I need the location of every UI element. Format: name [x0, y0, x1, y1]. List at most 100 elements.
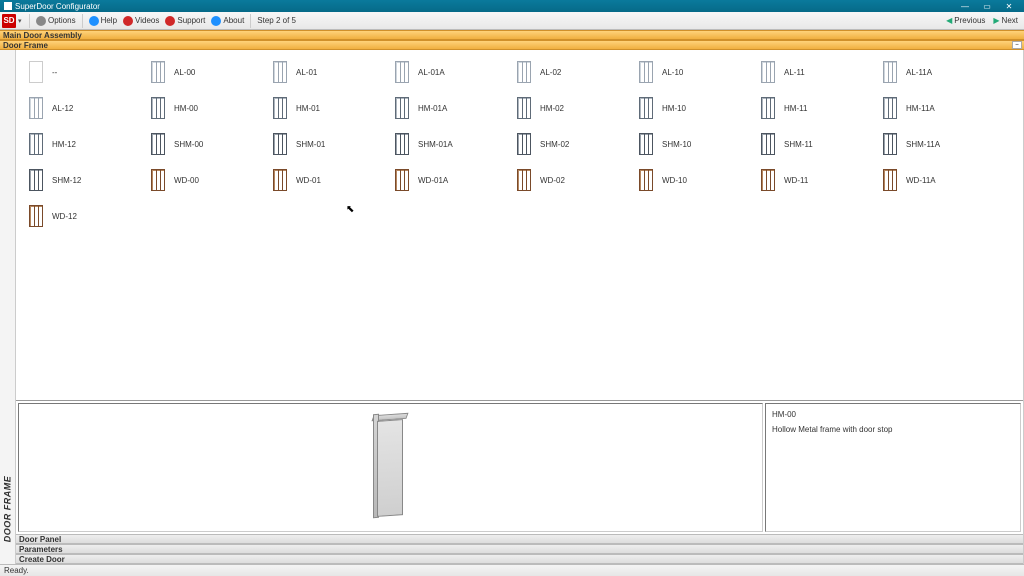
collapse-icon[interactable]: – [1012, 41, 1022, 49]
app-icon [4, 2, 12, 10]
frame-thumb-icon [514, 167, 534, 193]
frame-item-al-02[interactable]: AL-02 [512, 54, 634, 90]
frame-item-label: SHM-01 [296, 140, 325, 149]
frame-item-wd-10[interactable]: WD-10 [634, 162, 756, 198]
frame-item-hm-12[interactable]: HM-12 [24, 126, 146, 162]
section-door-frame-label: Door Frame [3, 41, 48, 50]
options-icon [36, 16, 46, 26]
about-button[interactable]: About [208, 13, 247, 29]
close-button[interactable]: ✕ [998, 0, 1020, 12]
frame-item-label: AL-11A [906, 68, 932, 77]
frame-item-hm-11[interactable]: HM-11 [756, 90, 878, 126]
section-door-frame[interactable]: Door Frame – [0, 40, 1024, 50]
maximize-button[interactable]: ▭ [976, 0, 998, 12]
frame-item-shm-10[interactable]: SHM-10 [634, 126, 756, 162]
options-button[interactable]: Options [33, 13, 79, 29]
frame-item-shm-01a[interactable]: SHM-01A [390, 126, 512, 162]
frame-item-shm-11[interactable]: SHM-11 [756, 126, 878, 162]
frame-item-label: SHM-11A [906, 140, 940, 149]
frame-item-shm-01[interactable]: SHM-01 [268, 126, 390, 162]
frame-thumb-icon [148, 59, 168, 85]
support-label: Support [177, 16, 205, 25]
frame-item-al-00[interactable]: AL-00 [146, 54, 268, 90]
preview-pane [18, 403, 763, 532]
window-title: SuperDoor Configurator [15, 2, 100, 11]
frame-item-hm-10[interactable]: HM-10 [634, 90, 756, 126]
frame-thumb-icon [26, 203, 46, 229]
frame-item-label: WD-11A [906, 176, 936, 185]
step-label: Step 2 of 5 [257, 16, 296, 25]
support-icon [165, 16, 175, 26]
door-3d-preview [369, 414, 413, 522]
frame-item-al-11a[interactable]: AL-11A [878, 54, 1000, 90]
frame-item-hm-02[interactable]: HM-02 [512, 90, 634, 126]
frame-item-label: HM-12 [52, 140, 76, 149]
frame-item-label: WD-12 [52, 212, 77, 221]
window-titlebar: SuperDoor Configurator — ▭ ✕ [0, 0, 1024, 12]
frame-item-wd-11[interactable]: WD-11 [756, 162, 878, 198]
section-create-door[interactable]: Create Door [16, 554, 1023, 564]
side-tab-label: DOOR FRAME [3, 476, 13, 543]
detail-description: Hollow Metal frame with door stop [772, 425, 1014, 434]
detail-code: HM-00 [772, 410, 1014, 419]
info-pane: HM-00 Hollow Metal frame with door stop [765, 403, 1021, 532]
frame-item-label: WD-11 [784, 176, 808, 185]
frame-item-wd-12[interactable]: WD-12 [24, 198, 146, 234]
frame-item-shm-02[interactable]: SHM-02 [512, 126, 634, 162]
frame-item-label: SHM-00 [174, 140, 203, 149]
frame-thumb-icon [270, 131, 290, 157]
frame-thumb-icon [880, 131, 900, 157]
app-logo[interactable]: SD [2, 14, 16, 28]
frame-item-shm-00[interactable]: SHM-00 [146, 126, 268, 162]
chevron-left-icon: ◀ [946, 16, 952, 25]
previous-label: Previous [954, 16, 985, 25]
frame-item-wd-00[interactable]: WD-00 [146, 162, 268, 198]
frame-item-label: AL-00 [174, 68, 195, 77]
frame-item-label: SHM-01A [418, 140, 453, 149]
help-button[interactable]: Help [86, 13, 120, 29]
section-main-assembly[interactable]: Main Door Assembly [0, 30, 1024, 40]
frame-item-al-11[interactable]: AL-11 [756, 54, 878, 90]
frame-item---[interactable]: -- [24, 54, 146, 90]
section-parameters[interactable]: Parameters [16, 544, 1023, 554]
frame-item-wd-11a[interactable]: WD-11A [878, 162, 1000, 198]
detail-panel: HM-00 Hollow Metal frame with door stop [16, 400, 1023, 534]
frame-item-hm-01a[interactable]: HM-01A [390, 90, 512, 126]
frame-item-hm-00[interactable]: HM-00 [146, 90, 268, 126]
frame-item-wd-01a[interactable]: WD-01A [390, 162, 512, 198]
options-label: Options [48, 16, 76, 25]
previous-button[interactable]: ◀ Previous [942, 16, 989, 25]
frame-item-wd-02[interactable]: WD-02 [512, 162, 634, 198]
side-tab-door-frame[interactable]: DOOR FRAME [0, 50, 16, 564]
frame-thumb-icon [392, 131, 412, 157]
support-button[interactable]: Support [162, 13, 208, 29]
frame-thumb-icon [148, 95, 168, 121]
frame-item-label: HM-11 [784, 104, 807, 113]
frame-item-label: WD-00 [174, 176, 199, 185]
frame-item-label: WD-10 [662, 176, 687, 185]
frame-item-wd-01[interactable]: WD-01 [268, 162, 390, 198]
next-button[interactable]: ▶ Next [989, 16, 1022, 25]
frame-item-al-01a[interactable]: AL-01A [390, 54, 512, 90]
frame-item-al-10[interactable]: AL-10 [634, 54, 756, 90]
frame-item-shm-11a[interactable]: SHM-11A [878, 126, 1000, 162]
frame-item-al-12[interactable]: AL-12 [24, 90, 146, 126]
frame-item-al-01[interactable]: AL-01 [268, 54, 390, 90]
frame-item-label: HM-00 [174, 104, 198, 113]
frame-thumb-icon [758, 131, 778, 157]
app-menu-dropdown[interactable]: ▾ [18, 17, 26, 25]
videos-button[interactable]: Videos [120, 13, 162, 29]
frame-item-hm-11a[interactable]: HM-11A [878, 90, 1000, 126]
frame-thumb-icon [758, 95, 778, 121]
frame-item-hm-01[interactable]: HM-01 [268, 90, 390, 126]
status-bar: Ready. [0, 564, 1024, 576]
frame-item-shm-12[interactable]: SHM-12 [24, 162, 146, 198]
frame-thumb-icon [514, 59, 534, 85]
frame-item-label: HM-01A [418, 104, 447, 113]
frame-thumb-icon [514, 95, 534, 121]
section-parameters-label: Parameters [19, 545, 63, 554]
minimize-button[interactable]: — [954, 0, 976, 12]
section-door-panel[interactable]: Door Panel [16, 534, 1023, 544]
step-indicator: Step 2 of 5 [254, 13, 299, 29]
status-text: Ready. [4, 566, 29, 575]
